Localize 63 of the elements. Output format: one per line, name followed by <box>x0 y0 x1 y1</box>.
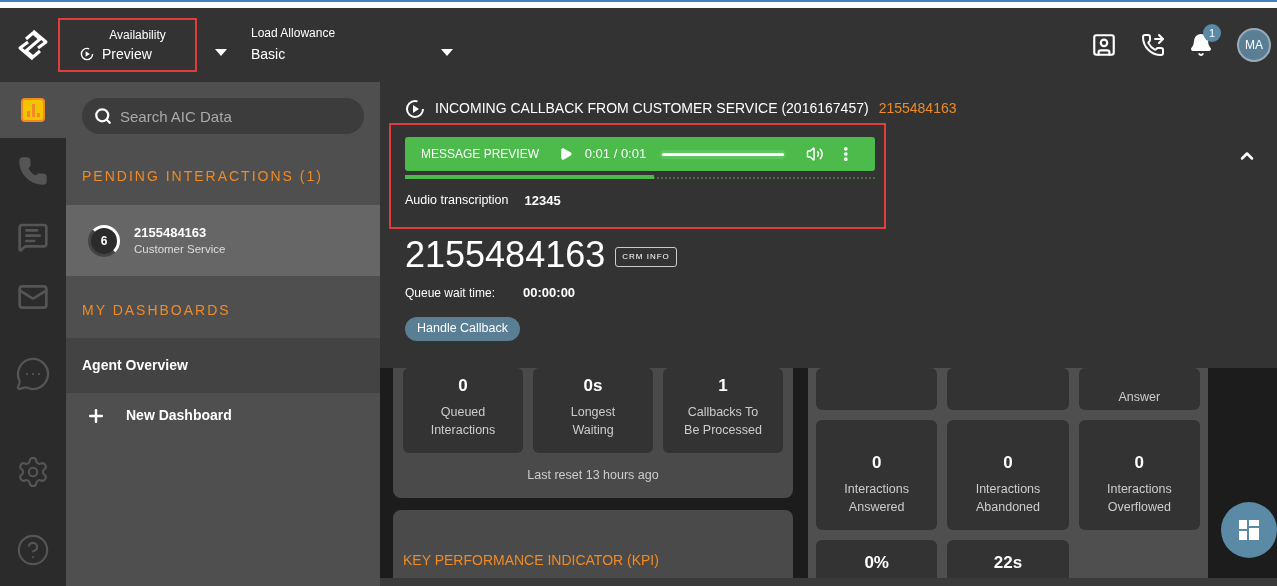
availability-label: Availability <box>108 28 167 42</box>
logo-icon <box>16 28 50 62</box>
wait-value: 00:00:00 <box>523 284 576 302</box>
notification-badge: 1 <box>1203 24 1221 42</box>
contact-card-icon[interactable] <box>1091 32 1117 58</box>
search-icon <box>94 107 112 125</box>
callback-number: 2155484163 <box>878 99 957 118</box>
stat-label: Longest Waiting <box>570 404 616 439</box>
volume-icon[interactable] <box>805 145 824 163</box>
crm-info-button[interactable]: CRM INFO <box>615 247 677 267</box>
interaction-queue: Customer Service <box>134 241 226 257</box>
section-heading: MY DASHBOARDS <box>82 302 232 318</box>
stat-label: Interactions Abandoned <box>975 481 1041 516</box>
dropdown-caret-icon[interactable] <box>215 48 227 56</box>
handle-callback-button[interactable]: Handle Callback <box>405 316 521 341</box>
stat-value: 0% <box>864 552 889 574</box>
interaction-number: 2155484163 <box>134 224 208 241</box>
layout-fab[interactable] <box>1221 502 1277 558</box>
phone-transfer-icon[interactable] <box>1141 33 1165 57</box>
transcription-label: Audio transcription <box>405 192 509 210</box>
chat-icon <box>17 221 49 253</box>
transcription-value: 12345 <box>524 192 561 210</box>
stat-value: 1 <box>718 375 728 397</box>
stat-value: 0 <box>458 375 468 397</box>
timer-ring: 6 <box>88 224 120 257</box>
stat-value: 0s <box>583 375 603 397</box>
section-heading: PENDING INTERACTIONS (1) <box>82 168 324 184</box>
preview-icon <box>405 98 425 119</box>
chat-bubble-icon <box>15 356 51 392</box>
phone-icon <box>18 156 48 186</box>
wait-label: Queue wait time: <box>405 284 496 302</box>
help-icon <box>16 533 50 567</box>
last-reset-text: Last reset 13 hours ago <box>526 467 660 484</box>
load-allowance-value[interactable]: Basic <box>251 46 336 62</box>
player-time: 0:01 / 0:01 <box>584 145 647 164</box>
user-avatar[interactable]: MA <box>1237 28 1271 62</box>
new-dashboard-button[interactable]: New Dashboard <box>86 405 380 426</box>
play-icon[interactable] <box>559 147 573 161</box>
stat-label: Queued Interactions <box>430 404 496 439</box>
search-field[interactable]: Search AIC Data <box>82 98 364 134</box>
stat-label: Interactions Overflowed <box>1107 481 1172 516</box>
preview-icon <box>80 47 94 61</box>
dropdown-caret-icon[interactable] <box>441 48 454 56</box>
dashboard-item[interactable]: Agent Overview <box>66 338 380 393</box>
stat-value: 0 <box>871 452 882 474</box>
availability-value: Preview <box>102 46 152 62</box>
caller-number: 2155484163 <box>405 233 606 277</box>
bar-chart-icon <box>21 98 45 122</box>
callback-title: INCOMING CALLBACK FROM CUSTOMER SERVICE (2016167457) <box>435 99 869 118</box>
settings-icon <box>16 455 50 489</box>
load-allowance-label: Load Allowance <box>251 26 336 40</box>
stat-label: Answer <box>1118 389 1161 406</box>
stat-value: 0 <box>1134 452 1145 474</box>
stat-value: 0 <box>1003 452 1013 474</box>
pending-interaction-item[interactable]: 6 2155484163 Customer Service <box>66 205 380 276</box>
nav-item[interactable] <box>0 82 66 138</box>
stat-label: Interactions Answered <box>844 481 909 516</box>
player-label: MESSAGE PREVIEW <box>421 146 540 163</box>
kpi-title: KEY PERFORMANCE INDICATOR (KPI) <box>403 550 660 570</box>
availability-dropdown[interactable]: Availability Preview <box>58 18 197 72</box>
stat-value: 22s <box>993 552 1023 574</box>
grid-layout-icon <box>1239 520 1259 540</box>
stat-label: Callbacks To Be Processed <box>684 404 762 439</box>
